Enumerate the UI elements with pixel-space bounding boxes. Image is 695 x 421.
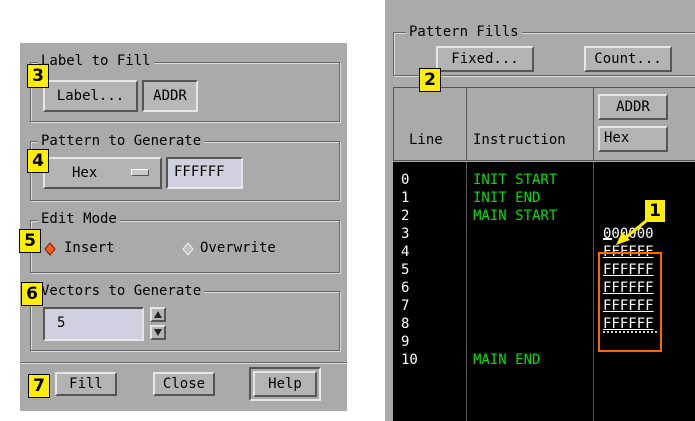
overwrite-radio[interactable]: Overwrite [182, 240, 312, 258]
callout-arrow-icon [616, 219, 647, 245]
pattern-format-label: Hex [72, 165, 98, 181]
label-to-fill-title: Label to Fill [38, 53, 154, 69]
line-number: 3 [401, 226, 410, 242]
addr-label-button[interactable]: ADDR [598, 94, 668, 120]
callout-badge-2: 2 [419, 68, 441, 92]
fixed-fill-button[interactable]: Fixed... [436, 46, 534, 72]
decrement-arrow-icon[interactable] [150, 325, 166, 340]
instruction-cell [473, 297, 591, 315]
line-number: 8 [401, 316, 410, 332]
instruction-cell: MAIN START [473, 208, 558, 224]
line-number: 2 [401, 208, 410, 224]
instruction-cell [473, 225, 591, 243]
line-number: 10 [401, 352, 418, 368]
line-number: 1 [401, 190, 410, 206]
overwrite-label: Overwrite [200, 240, 276, 256]
insert-radio[interactable]: Insert [44, 240, 154, 258]
body-divider-1 [466, 162, 467, 421]
line-number: 6 [401, 280, 410, 296]
line-column-header: Line [409, 132, 443, 148]
line-number: 4 [401, 244, 410, 260]
pattern-value-input[interactable]: FFFFFF [166, 157, 243, 189]
line-number: 7 [401, 298, 410, 314]
label-select-button[interactable]: Label... [43, 80, 138, 112]
callout-badge-3: 3 [27, 64, 49, 88]
close-button[interactable]: Close [153, 372, 215, 396]
header-divider-2 [593, 87, 594, 161]
option-menu-indicator-icon [131, 169, 149, 176]
callout-badge-4: 4 [27, 149, 49, 173]
line-number: 9 [401, 334, 410, 350]
line-number: 5 [401, 262, 410, 278]
instruction-cell [473, 261, 591, 279]
count-fill-button[interactable]: Count... [584, 46, 672, 72]
radio-unselected-icon [182, 242, 194, 256]
addr-cell[interactable] [603, 351, 693, 369]
pattern-fills-title: Pattern Fills [406, 24, 522, 40]
instruction-cell [473, 315, 591, 333]
vectors-count-input[interactable]: 5 [43, 307, 144, 341]
dialog-separator [20, 362, 347, 364]
instruction-cell [473, 333, 591, 351]
instruction-column: INIT START INIT END MAIN START MAIN END [473, 171, 591, 369]
filled-values-highlight [598, 252, 662, 352]
header-divider-1 [466, 87, 467, 161]
instruction-cell: INIT END [473, 190, 541, 206]
instruction-cell [473, 279, 591, 297]
instruction-column-header: Instruction [473, 132, 566, 148]
hex-format-button[interactable]: Hex [598, 126, 668, 152]
edit-mode-title: Edit Mode [38, 211, 120, 227]
instruction-cell [473, 243, 591, 261]
line-number: 0 [401, 172, 410, 188]
callout-badge-6: 6 [21, 282, 43, 306]
addr-cell[interactable] [603, 171, 693, 189]
fill-button[interactable]: Fill [55, 372, 117, 396]
line-column: 0 1 2 3 4 5 6 7 8 9 10 [401, 171, 461, 369]
callout-badge-5: 5 [19, 229, 41, 253]
vectors-to-generate-title: Vectors to Generate [38, 283, 205, 299]
body-divider-2 [593, 162, 594, 421]
callout-badge-7: 7 [28, 374, 50, 398]
instruction-cell: INIT START [473, 172, 558, 188]
pattern-format-menu[interactable]: Hex [43, 157, 162, 189]
pattern-to-generate-title: Pattern to Generate [38, 133, 205, 149]
label-value-field: ADDR [142, 80, 198, 112]
help-button[interactable]: Help [253, 371, 317, 397]
insert-label: Insert [64, 240, 115, 256]
instruction-cell: MAIN END [473, 352, 541, 368]
radio-selected-icon [44, 242, 56, 256]
increment-arrow-icon[interactable] [150, 307, 166, 322]
